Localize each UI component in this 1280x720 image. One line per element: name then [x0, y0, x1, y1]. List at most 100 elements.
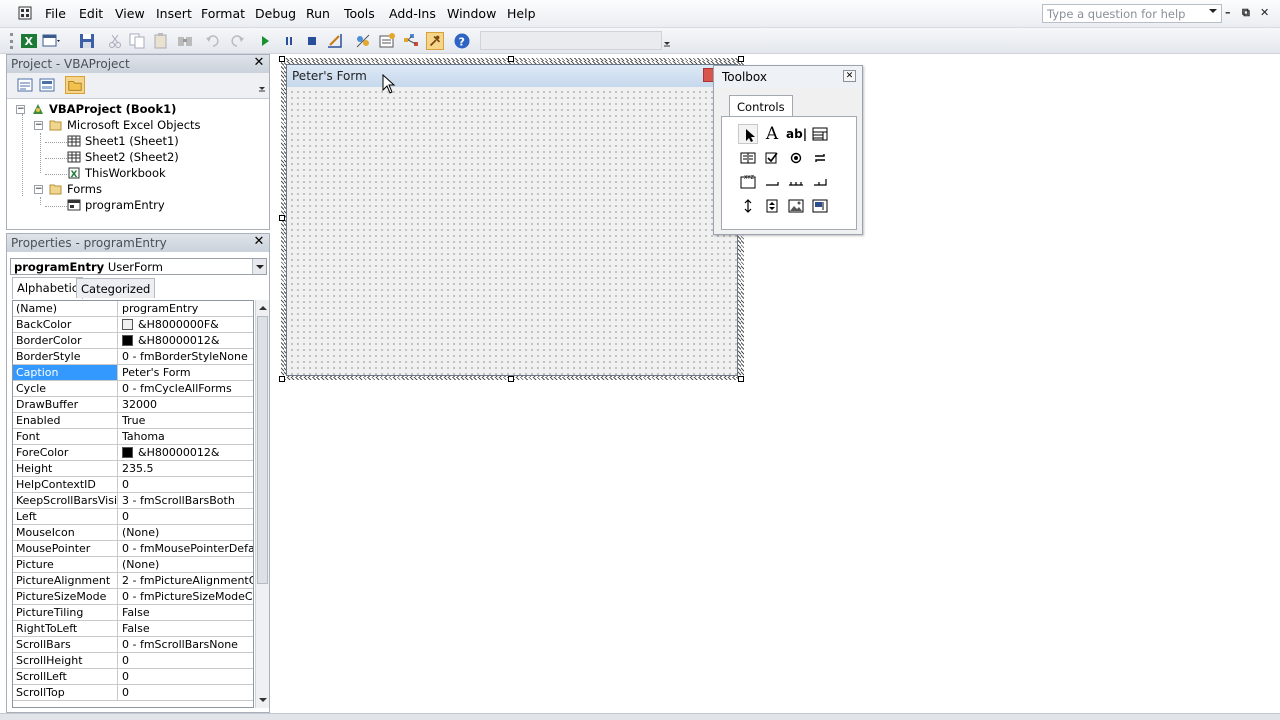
panel-options-icon[interactable]	[257, 81, 267, 93]
close-window-icon[interactable]: ✕	[1260, 6, 1269, 19]
tree-item-sheet1[interactable]: Sheet1 (Sheet1)	[67, 134, 179, 150]
property-row[interactable]: ScrollLeft 0	[13, 669, 253, 685]
property-name[interactable]: PictureSizeMode	[13, 589, 118, 604]
scrollbar-icon[interactable]	[738, 196, 758, 216]
property-name[interactable]: MouseIcon	[13, 525, 118, 540]
image-icon[interactable]	[786, 196, 806, 216]
property-row[interactable]: BackColor &H8000000F&	[13, 317, 253, 333]
property-value[interactable]: &H80000012&	[119, 333, 253, 348]
commandbutton-icon[interactable]	[762, 172, 782, 192]
property-value[interactable]: programEntry	[119, 301, 253, 316]
property-name[interactable]: BackColor	[13, 317, 118, 332]
property-row[interactable]: ScrollTop 0	[13, 685, 253, 701]
tree-collapse-icon[interactable]: −	[34, 185, 43, 194]
tree-item-sheet2[interactable]: Sheet2 (Sheet2)	[67, 150, 179, 166]
multipage-icon[interactable]	[810, 172, 830, 192]
help-dropdown-icon[interactable]	[1209, 9, 1217, 13]
property-row[interactable]: ScrollBars 0 - fmScrollBarsNone	[13, 637, 253, 653]
help-icon[interactable]: ?	[453, 32, 471, 50]
scroll-down-icon[interactable]	[259, 698, 267, 702]
tab-controls[interactable]: Controls	[729, 95, 793, 117]
close-icon[interactable]: ✕	[252, 235, 266, 249]
property-value[interactable]: 0 - fmPictureSizeModeClip	[119, 589, 253, 604]
property-value[interactable]: 0 - fmScrollBarsNone	[119, 637, 253, 652]
minimize-icon[interactable]: –	[1225, 6, 1231, 19]
property-value[interactable]: (None)	[119, 557, 253, 572]
help-search-input[interactable]: Type a question for help	[1042, 4, 1222, 23]
resize-handle[interactable]	[279, 56, 285, 62]
property-value[interactable]: 235.5	[119, 461, 253, 476]
menu-run[interactable]: Run	[306, 6, 330, 21]
save-icon[interactable]	[78, 32, 96, 50]
property-name[interactable]: PictureAlignment	[13, 573, 118, 588]
resize-handle[interactable]	[508, 56, 514, 62]
property-name[interactable]: KeepScrollBarsVisible	[13, 493, 118, 508]
tree-collapse-icon[interactable]: −	[34, 121, 43, 130]
project-explorer-icon[interactable]	[354, 32, 372, 50]
run-icon[interactable]	[256, 32, 274, 50]
property-name[interactable]: Height	[13, 461, 118, 476]
property-value[interactable]: 2 - fmPictureAlignmentCenter	[119, 573, 253, 588]
property-value[interactable]: Tahoma	[119, 429, 253, 444]
property-row[interactable]: BorderStyle 0 - fmBorderStyleNone	[13, 349, 253, 365]
property-row[interactable]: BorderColor &H80000012&	[13, 333, 253, 349]
property-row[interactable]: Height 235.5	[13, 461, 253, 477]
chevron-down-icon[interactable]	[252, 259, 266, 274]
property-row[interactable]: Cycle 0 - fmCycleAllForms	[13, 381, 253, 397]
tree-item-excel-objects[interactable]: Microsoft Excel Objects	[49, 118, 201, 134]
property-name[interactable]: ScrollBars	[13, 637, 118, 652]
resize-handle[interactable]	[508, 376, 514, 382]
view-excel-icon[interactable]: X	[20, 32, 38, 50]
tree-collapse-icon[interactable]: −	[16, 105, 25, 114]
property-row[interactable]: MousePointer 0 - fmMousePointerDefault	[13, 541, 253, 557]
property-name[interactable]: Caption	[13, 365, 118, 380]
cut-icon[interactable]	[106, 32, 124, 50]
property-row[interactable]: Caption Peter's Form	[13, 365, 253, 381]
userform-grid[interactable]	[287, 87, 737, 375]
properties-window-icon[interactable]	[378, 32, 396, 50]
tree-item-thisworkbook[interactable]: X ThisWorkbook	[67, 166, 166, 182]
property-name[interactable]: Cycle	[13, 381, 118, 396]
property-name[interactable]: Picture	[13, 557, 118, 572]
label-icon[interactable]: A	[762, 124, 782, 144]
property-row[interactable]: PictureSizeMode 0 - fmPictureSizeModeClip	[13, 589, 253, 605]
checkbox-icon[interactable]	[762, 148, 782, 168]
property-name[interactable]: Enabled	[13, 413, 118, 428]
property-row[interactable]: Picture (None)	[13, 557, 253, 573]
select-objects-icon[interactable]	[738, 124, 758, 144]
menu-file[interactable]: File	[45, 6, 66, 21]
property-name[interactable]: PictureTiling	[13, 605, 118, 620]
resize-handle[interactable]	[738, 56, 744, 62]
insert-userform-icon[interactable]	[42, 32, 60, 50]
menu-edit[interactable]: Edit	[79, 6, 103, 21]
menu-view[interactable]: View	[115, 6, 145, 21]
find-icon[interactable]	[176, 32, 194, 50]
property-name[interactable]: ForeColor	[13, 445, 118, 460]
tabstrip-icon[interactable]	[786, 172, 806, 192]
menu-help[interactable]: Help	[507, 6, 536, 21]
object-browser-icon[interactable]	[402, 32, 420, 50]
menu-debug[interactable]: Debug	[255, 6, 296, 21]
tree-item-forms[interactable]: Forms	[49, 182, 102, 198]
property-value[interactable]: 0 - fmBorderStyleNone	[119, 349, 253, 364]
property-name[interactable]: ScrollLeft	[13, 669, 118, 684]
optionbutton-icon[interactable]	[786, 148, 806, 168]
property-row[interactable]: Font Tahoma	[13, 429, 253, 445]
textbox-icon[interactable]: ab|	[786, 124, 807, 144]
menu-insert[interactable]: Insert	[156, 6, 192, 21]
property-value[interactable]: 0	[119, 685, 253, 700]
property-name[interactable]: BorderStyle	[13, 349, 118, 364]
close-icon[interactable]: ✕	[252, 56, 266, 70]
property-value[interactable]: 0 - fmCycleAllForms	[119, 381, 253, 396]
property-value[interactable]: False	[119, 621, 253, 636]
break-icon[interactable]	[280, 32, 298, 50]
vba-app-icon[interactable]	[18, 6, 32, 20]
property-name[interactable]: (Name)	[13, 301, 118, 316]
tab-alphabetic[interactable]: Alphabetic	[12, 277, 84, 299]
property-value[interactable]: &H8000000F&	[119, 317, 253, 332]
property-value[interactable]: &H80000012&	[119, 445, 253, 460]
userform-design-surface[interactable]: Peter's Form	[286, 64, 738, 376]
resize-handle[interactable]	[279, 215, 285, 221]
property-value[interactable]: 0	[119, 509, 253, 524]
property-row[interactable]: (Name) programEntry	[13, 301, 253, 317]
